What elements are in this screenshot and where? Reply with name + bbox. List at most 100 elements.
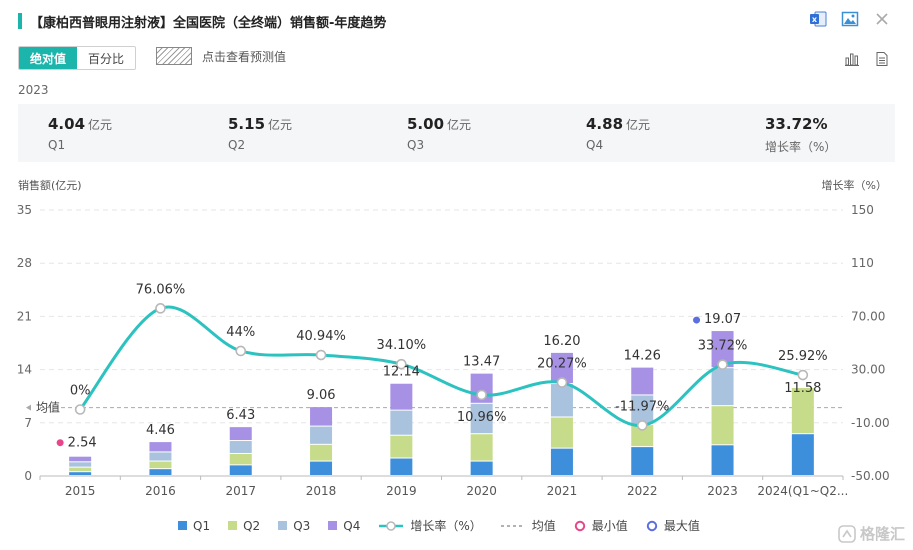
legend-item[interactable]: Q3 — [278, 519, 310, 533]
max-value-marker — [693, 316, 701, 324]
view-tools — [843, 50, 891, 68]
growth-rate-label: 0% — [70, 384, 91, 399]
right-axis-title: 增长率（%） — [821, 179, 887, 192]
legend-item[interactable]: Q4 — [328, 519, 360, 533]
bar-chart-icon[interactable] — [843, 50, 861, 68]
legend-swatch — [500, 524, 525, 527]
legend-label: 最小值 — [591, 519, 628, 533]
value-mode-toggle: 绝对值 百分比 — [18, 46, 136, 70]
growth-rate-point — [235, 345, 247, 357]
bar-segment-q3 — [69, 462, 92, 467]
legend-item[interactable]: Q1 — [178, 519, 210, 533]
growth-rate-label: 34.10% — [377, 338, 427, 353]
watermark-logo-icon — [838, 524, 856, 543]
summary-q2: 5.15 亿元 Q2 — [228, 114, 292, 152]
bar-segment-q3 — [149, 452, 172, 461]
legend-item[interactable]: 最小值 — [574, 517, 628, 534]
bar-segment-q2 — [470, 434, 493, 461]
summary-year: 2023 — [18, 83, 49, 97]
bar-segment-q3 — [390, 410, 413, 435]
bar-segment-q1 — [470, 461, 493, 475]
watermark: 格隆汇 — [838, 523, 905, 544]
chart-title: 【康柏西普眼用注射液】全国医院（全终端）销售额-年度趋势 — [30, 15, 387, 31]
bar-segment-q4 — [69, 456, 92, 462]
legend-swatch — [379, 520, 404, 531]
total-value-label: 4.46 — [146, 423, 175, 438]
bar-segment-q3 — [229, 441, 252, 453]
right-tick-label: 70.00 — [851, 309, 885, 323]
left-tick-label: 7 — [24, 416, 32, 430]
forecast-hatch-swatch — [156, 47, 192, 65]
close-icon[interactable] — [873, 10, 891, 28]
bar-segment-q4 — [390, 383, 413, 410]
legend-item[interactable]: Q2 — [228, 519, 260, 533]
total-value-label: 19.07 — [704, 312, 741, 327]
total-value-label: 9.06 — [307, 388, 336, 403]
bar-segment-q1 — [149, 469, 172, 475]
total-value-label: 14.26 — [624, 349, 661, 364]
growth-rate-point — [155, 303, 166, 314]
summary-value: 5.00 — [407, 115, 445, 133]
bar-segment-q3 — [711, 368, 734, 406]
legend-swatch — [228, 521, 238, 530]
total-value-label: 2.54 — [68, 436, 97, 451]
x-tick-label: 2016 — [145, 484, 176, 498]
bar-segment-q1 — [310, 461, 333, 475]
average-marker-icon — [26, 404, 31, 411]
x-tick-label: 2020 — [466, 484, 497, 498]
percentage-button[interactable]: 百分比 — [77, 47, 135, 69]
legend-item[interactable]: 增长率（%） — [378, 517, 482, 534]
left-axis-title: 销售额(亿元) — [18, 179, 82, 192]
forecast-toggle[interactable]: 点击查看预测值 — [156, 47, 286, 65]
summary-value: 4.88 — [586, 115, 624, 133]
legend-swatch — [646, 520, 658, 531]
chart-legend: Q1 Q2 Q3 Q4 增长率（%） 均值 最小值 最大值 — [178, 517, 700, 534]
growth-rate-point — [797, 369, 809, 381]
growth-rate-point — [315, 349, 327, 361]
document-icon[interactable] — [873, 50, 891, 68]
bar-segment-q3 — [310, 426, 333, 444]
bar-segment-q3 — [550, 384, 573, 417]
image-export-icon[interactable] — [841, 10, 859, 28]
total-value-label: 6.43 — [226, 408, 255, 423]
legend-label: 增长率（%） — [410, 519, 482, 533]
bar-segment-q4 — [310, 407, 333, 426]
summary-growth: 33.72% 增长率（%） — [765, 114, 836, 155]
bar-segment-q1 — [791, 434, 814, 475]
right-tick-label: 150 — [851, 203, 874, 217]
legend-item[interactable]: 均值 — [500, 517, 556, 534]
bar-segment-q2 — [69, 467, 92, 472]
legend-swatch — [278, 521, 288, 530]
bar-segment-q2 — [229, 453, 252, 465]
bar-segment-q1 — [229, 465, 252, 475]
x-tick-label: 2017 — [225, 484, 256, 498]
bar-segment-q1 — [69, 472, 92, 475]
total-value-label: 13.47 — [463, 355, 500, 370]
right-tick-label: 110 — [851, 256, 874, 270]
min-value-marker — [56, 439, 64, 447]
growth-rate-label: 25.92% — [778, 349, 828, 364]
summary-value: 4.04 — [48, 115, 86, 133]
absolute-value-button[interactable]: 绝对值 — [19, 47, 77, 69]
excel-export-icon[interactable]: x — [809, 10, 827, 28]
legend-item[interactable]: 最大值 — [646, 517, 700, 534]
legend-label: Q4 — [343, 518, 361, 533]
bar-segment-q4 — [631, 367, 654, 395]
x-tick-label: 2024(Q1~Q2... — [757, 484, 848, 498]
bar-segment-q2 — [310, 444, 333, 461]
bar-segment-q2 — [711, 406, 734, 445]
growth-rate-label: 40.94% — [296, 329, 346, 344]
summary-value: 33.72% — [765, 115, 828, 133]
growth-rate-point — [74, 404, 86, 415]
total-value-label: 16.20 — [543, 334, 580, 349]
summary-q3: 5.00 亿元 Q3 — [407, 114, 471, 152]
left-tick-label: 28 — [17, 256, 32, 270]
legend-label: Q3 — [293, 518, 311, 533]
legend-label: Q1 — [193, 518, 211, 533]
left-tick-label: 21 — [17, 309, 32, 323]
bar-segment-q2 — [390, 435, 413, 458]
left-tick-label: 14 — [17, 363, 32, 377]
summary-unit: 亿元 — [626, 118, 651, 132]
x-tick-label: 2015 — [65, 484, 96, 498]
summary-name: Q4 — [586, 138, 604, 152]
